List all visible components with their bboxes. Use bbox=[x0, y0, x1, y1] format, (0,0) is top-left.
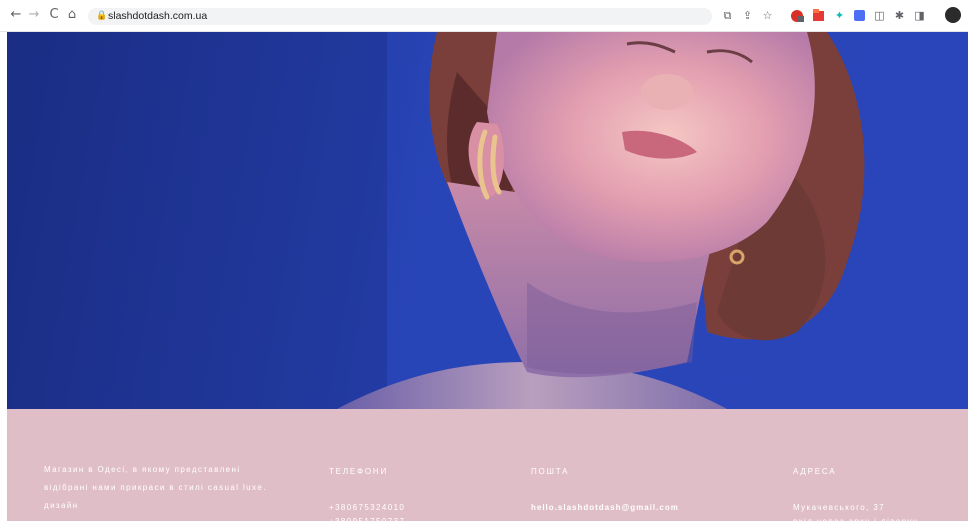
home-button[interactable]: ⌂ bbox=[64, 6, 80, 24]
forward-button[interactable]: → bbox=[26, 6, 42, 24]
extension-icon[interactable] bbox=[811, 8, 826, 23]
extension-icon[interactable]: ✦ bbox=[832, 8, 847, 23]
lock-icon[interactable]: 🔒 bbox=[96, 10, 107, 23]
phones-heading: ТЕЛЕФОНИ bbox=[329, 467, 389, 476]
address-heading: АДРЕСА bbox=[793, 467, 837, 476]
site-footer: Магазин в Одесі, в якому представлені ві… bbox=[7, 409, 968, 526]
address-line: вхід через арку і ліворуч bbox=[793, 517, 919, 526]
translate-icon[interactable]: ⧉ bbox=[720, 8, 735, 23]
back-button[interactable]: ← bbox=[8, 6, 24, 24]
puzzle-icon[interactable]: ✱ bbox=[892, 8, 907, 23]
extension-icon[interactable] bbox=[790, 8, 805, 23]
browser-toolbar: ← → C ⌂ 🔒 slashdotdash.com.ua ⧉ ⇪ ☆ ✦ ◫ … bbox=[0, 0, 968, 32]
share-icon[interactable]: ⇪ bbox=[740, 8, 755, 23]
profile-avatar[interactable] bbox=[945, 7, 961, 23]
camera-icon[interactable]: ◫ bbox=[872, 8, 887, 23]
extension-icon[interactable] bbox=[852, 8, 867, 23]
about-text: Магазин в Одесі, в якому представлені ві… bbox=[44, 461, 324, 515]
about-line: Магазин в Одесі, в якому представлені bbox=[44, 465, 241, 474]
email-heading: ПОШТА bbox=[531, 467, 570, 476]
url-text[interactable]: slashdotdash.com.ua bbox=[108, 9, 207, 24]
phone-link[interactable]: +380951750737 bbox=[329, 513, 405, 531]
hero-image bbox=[7, 32, 968, 409]
star-icon[interactable]: ☆ bbox=[760, 8, 775, 23]
about-line: дизайн bbox=[44, 501, 79, 510]
portrait-photo bbox=[7, 32, 865, 409]
sidepanel-icon[interactable]: ◨ bbox=[912, 8, 927, 23]
email-link[interactable]: hello.slashdotdash@gmail.com bbox=[531, 499, 679, 517]
address-bar[interactable]: 🔒 slashdotdash.com.ua bbox=[88, 8, 712, 25]
about-line: відібрані нами прикраси в стилі casual l… bbox=[44, 483, 267, 492]
reload-button[interactable]: C bbox=[46, 6, 62, 24]
